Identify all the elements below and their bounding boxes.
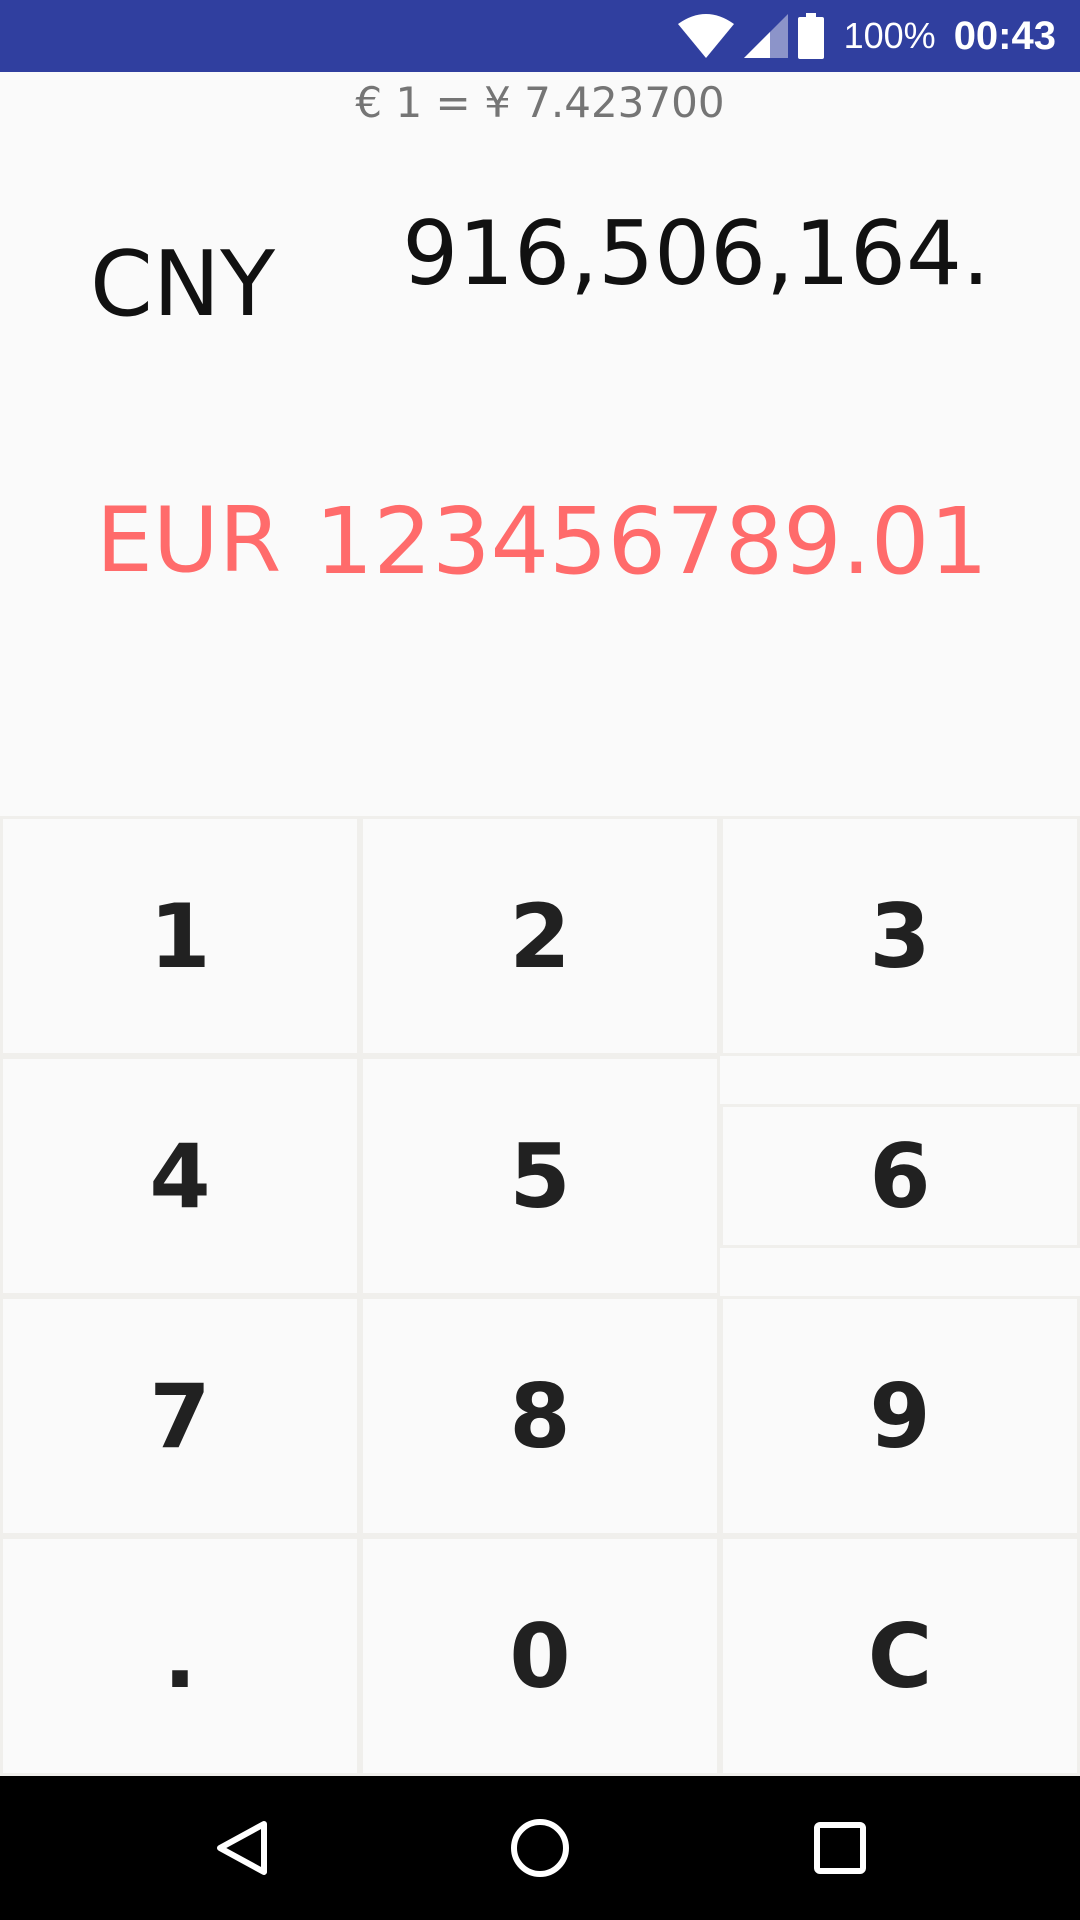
key-6[interactable]: 6 [720, 1104, 1080, 1248]
currency-code-bottom[interactable]: EUR [96, 496, 281, 586]
key-decimal[interactable]: . [0, 1536, 360, 1776]
navigation-bar [0, 1776, 1080, 1920]
key-8[interactable]: 8 [360, 1296, 720, 1536]
exchange-rate: € 1 = ¥ 7.423700 [355, 78, 725, 127]
signal-icon [743, 14, 788, 58]
amount-bottom[interactable]: 123456789.01 [315, 496, 988, 588]
keypad: 1 2 3 4 5 6 7 8 9 . 0 C [0, 816, 1080, 1776]
battery-percent: 100% [843, 15, 936, 56]
currency-code-top[interactable]: CNY [90, 240, 275, 330]
status-bar: 100% 00:43 [0, 0, 1080, 72]
key-1[interactable]: 1 [0, 816, 360, 1056]
status-icons: 100% 00:43 [677, 0, 1056, 72]
back-icon[interactable] [162, 1776, 322, 1920]
home-icon[interactable] [460, 1776, 620, 1920]
key-3[interactable]: 3 [720, 816, 1080, 1056]
key-6-cell: 6 [720, 1056, 1080, 1296]
wifi-icon [677, 14, 734, 58]
key-5[interactable]: 5 [360, 1056, 720, 1296]
key-7[interactable]: 7 [0, 1296, 360, 1536]
key-9[interactable]: 9 [720, 1296, 1080, 1536]
clock: 00:43 [953, 13, 1056, 58]
key-4[interactable]: 4 [0, 1056, 360, 1296]
battery-icon [797, 13, 824, 59]
amount-top[interactable]: 916,506,164. [402, 210, 990, 298]
key-0[interactable]: 0 [360, 1536, 720, 1776]
key-clear[interactable]: C [720, 1536, 1080, 1776]
key-2[interactable]: 2 [360, 816, 720, 1056]
recents-icon[interactable] [760, 1776, 920, 1920]
